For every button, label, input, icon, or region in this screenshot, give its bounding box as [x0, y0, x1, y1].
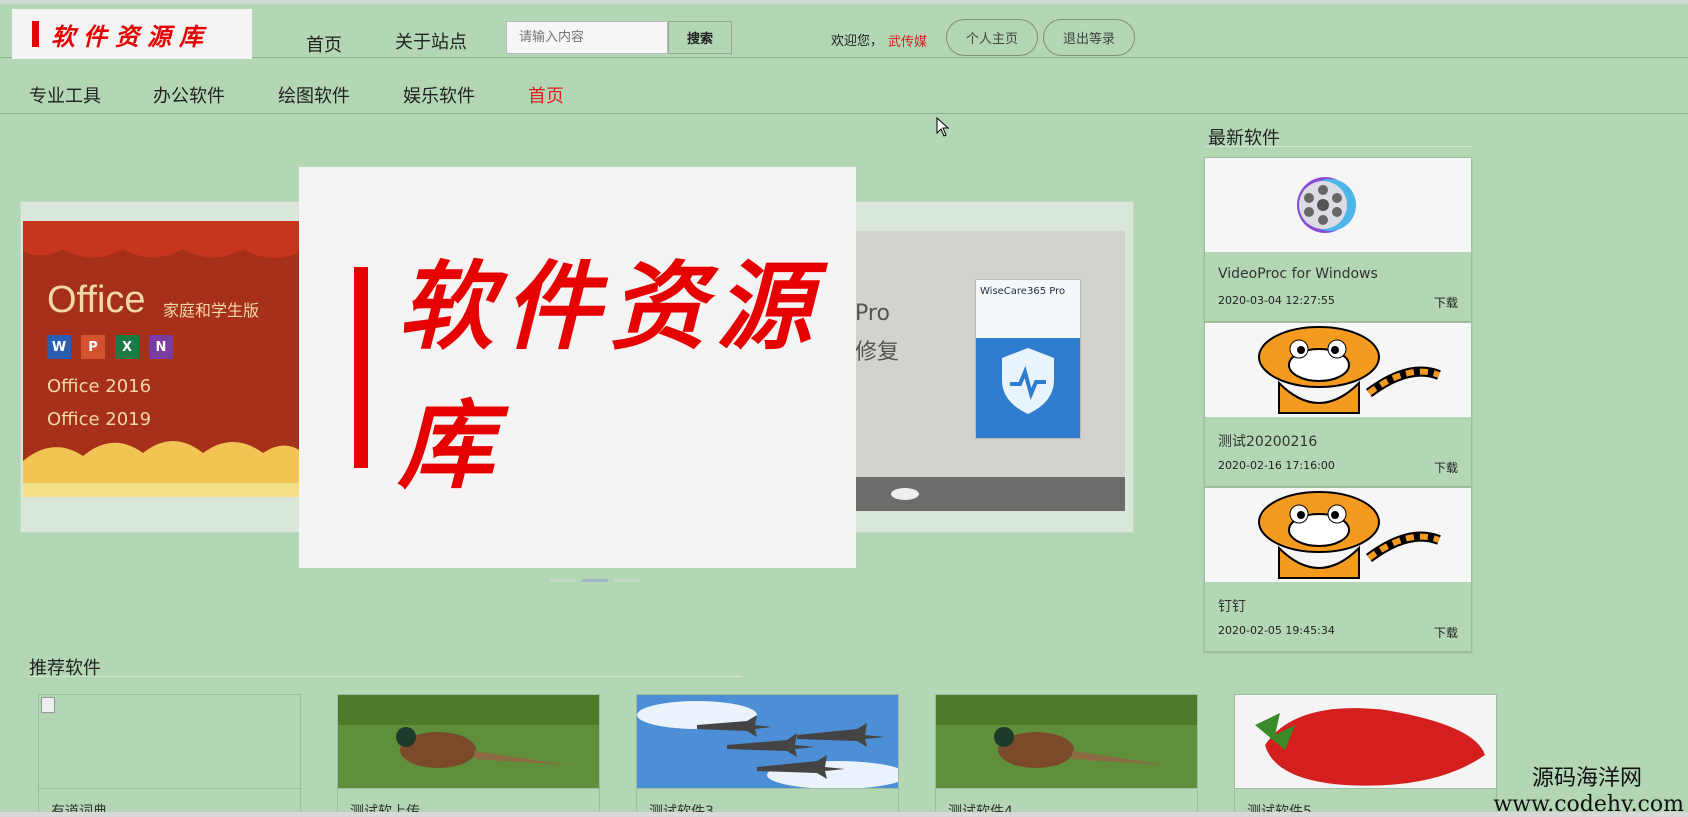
powerpoint-icon: P [81, 335, 105, 359]
category-home[interactable]: 首页 [528, 82, 564, 108]
latest-item-thumb [1205, 158, 1471, 252]
download-link[interactable]: 下载 [1434, 459, 1458, 476]
latest-item-thumb [1205, 488, 1471, 582]
window-bottom-edge [0, 812, 1688, 817]
logo-text: 软件资源库 [51, 21, 211, 51]
logo-bar [32, 21, 39, 47]
fighter-jets-graphic [637, 701, 898, 788]
latest-item-date: 2020-02-05 19:45:34 [1218, 624, 1335, 637]
wisecare-box-title: WiseCare365 Pro [980, 286, 1066, 297]
site-logo[interactable]: 软件资源库 [12, 9, 252, 59]
wisecare-box: WiseCare365 Pro [975, 279, 1081, 439]
watermark-line1: 源码海洋网 [1531, 766, 1642, 791]
wisecare-footer-strip [855, 477, 1125, 511]
wisecare-partial-title: Pro [855, 301, 890, 326]
wisecare-banner-image: Pro 修复 WiseCare365 Pro [855, 231, 1125, 511]
latest-item-date: 2020-03-04 12:27:55 [1218, 294, 1335, 307]
profile-button[interactable]: 个人主页 [946, 19, 1038, 56]
nav-home-link[interactable]: 首页 [306, 31, 342, 57]
carousel-indicator-3[interactable] [614, 579, 640, 582]
search-input[interactable] [506, 21, 668, 54]
recommended-item[interactable]: 测试软件4 [935, 694, 1198, 817]
carousel-slide-left[interactable]: Office 家庭和学生版 W P X N Office 2016 Office… [20, 201, 301, 533]
latest-item-name[interactable]: 钉钉 [1218, 596, 1246, 616]
latest-divider [1206, 146, 1472, 147]
office-subtitle: 家庭和学生版 [163, 301, 260, 320]
carousel-indicators [550, 579, 640, 582]
videoproc-icon [1297, 177, 1356, 233]
carousel-indicator-2[interactable] [582, 579, 608, 582]
logout-button[interactable]: 退出等录 [1043, 19, 1135, 56]
download-link[interactable]: 下载 [1434, 294, 1458, 311]
onenote-icon: N [149, 335, 173, 359]
mouse-cursor-icon [936, 117, 950, 137]
office-title: Office [47, 279, 146, 321]
latest-item-dingtalk[interactable]: 钉钉 2020-02-05 19:45:34 下载 [1204, 487, 1472, 652]
watermark: 源码海洋网 www.codehy.com [1493, 760, 1688, 817]
banner-carousel[interactable]: Office 家庭和学生版 W P X N Office 2016 Office… [20, 167, 1134, 585]
broken-image-icon [39, 695, 300, 789]
top-header: 软件资源库 首页 关于站点 搜索 欢迎您， 武传媒 个人主页 退出等录 [0, 0, 1688, 59]
office-banner-image: Office 家庭和学生版 W P X N Office 2016 Office… [23, 221, 301, 497]
recommended-item[interactable]: 测试软件3 [636, 694, 899, 817]
curtain-graphic [23, 221, 301, 497]
welcome-text: 欢迎您， [831, 34, 884, 49]
jets-image [637, 695, 898, 789]
pheasant-image [936, 695, 1197, 789]
category-drawing[interactable]: 绘图软件 [278, 82, 350, 108]
category-pro-tools[interactable]: 专业工具 [29, 82, 101, 108]
latest-item-videoproc[interactable]: VideoProc for Windows 2020-03-04 12:27:5… [1204, 157, 1472, 322]
wisecare-dot [891, 488, 919, 500]
office-version-2016: Office 2016 [47, 376, 152, 397]
recommended-item[interactable]: 测试软件5 [1234, 694, 1497, 817]
category-nav: 专业工具 办公软件 绘图软件 娱乐软件 首页 [0, 58, 1688, 114]
latest-item-test[interactable]: 测试20200216 2020-02-16 17:16:00 下载 [1204, 322, 1472, 487]
pheasant-graphic [338, 695, 599, 768]
main-slide-bar [354, 267, 368, 468]
wisecare-partial-subtitle: 修复 [855, 340, 900, 365]
strawberry-graphic [1255, 708, 1485, 786]
download-link[interactable]: 下载 [1434, 624, 1458, 641]
wisecare-shield-icon [1002, 348, 1054, 414]
pheasant-image [338, 695, 599, 789]
word-icon: W [47, 335, 71, 359]
main-slide-text: 软件资源库 [397, 249, 822, 502]
carousel-slide-right[interactable]: Pro 修复 WiseCare365 Pro [854, 201, 1134, 533]
tiger-mascot-icon [1258, 326, 1441, 414]
strawberry-image [1235, 695, 1496, 789]
tiger-mascot-icon [1258, 491, 1441, 579]
nav-about-link[interactable]: 关于站点 [395, 28, 467, 54]
search-box: 搜索 [506, 21, 732, 54]
latest-item-date: 2020-02-16 17:16:00 [1218, 459, 1335, 472]
username-link[interactable]: 武传媒 [888, 31, 927, 50]
pheasant-graphic [936, 695, 1197, 768]
carousel-slide-main[interactable]: 软件资源库 [299, 167, 856, 568]
office-version-2019: Office 2019 [47, 409, 152, 430]
recommended-item[interactable]: 有道词典 [38, 694, 301, 817]
recommended-item[interactable]: 测试软上传 [337, 694, 600, 817]
carousel-indicator-1[interactable] [550, 579, 576, 582]
category-office[interactable]: 办公软件 [153, 82, 225, 108]
search-button[interactable]: 搜索 [668, 21, 732, 54]
latest-item-name[interactable]: VideoProc for Windows [1218, 266, 1378, 282]
excel-icon: X [115, 335, 139, 359]
wisecare-box-panel [976, 338, 1080, 438]
latest-item-thumb [1205, 323, 1471, 417]
office-app-icons: W P X N [47, 335, 173, 359]
latest-item-name[interactable]: 测试20200216 [1218, 431, 1317, 451]
broken-image-glyph [41, 697, 55, 713]
recommended-divider [29, 676, 742, 677]
category-entertainment[interactable]: 娱乐软件 [403, 82, 475, 108]
